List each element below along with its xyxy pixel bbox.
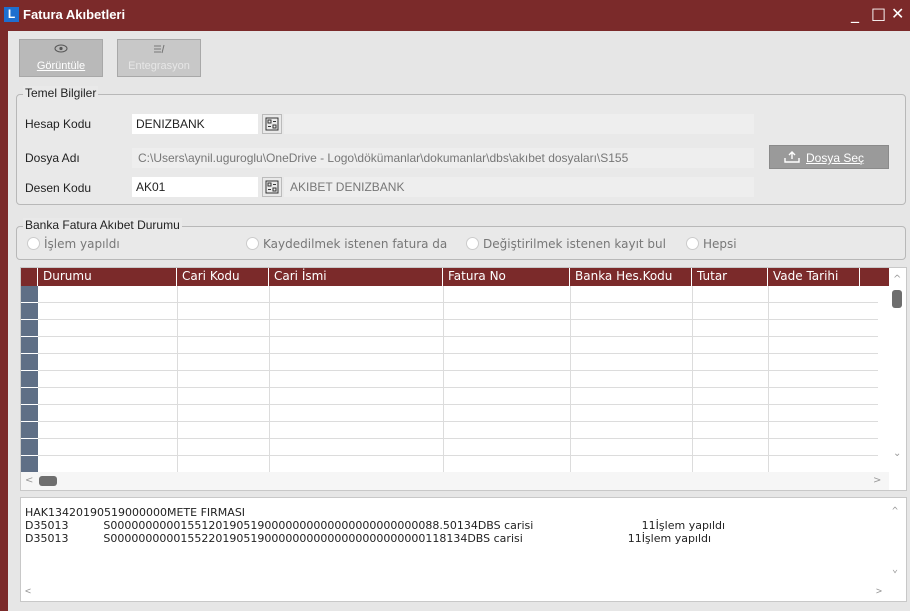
scroll-right-icon[interactable]: > <box>873 475 881 486</box>
col-cari-ismi[interactable]: Cari İsmi <box>269 268 443 286</box>
toolbar: Görüntüle Entegrasyon <box>8 39 910 79</box>
col-vade-tarihi[interactable]: Vade Tarihi <box>768 268 860 286</box>
file-name-label: Dosya Adı <box>25 151 80 165</box>
fatura-akibetleri-window: L Fatura Akıbetleri _ □ ✕ Görüntüle Ente… <box>0 0 910 611</box>
row-indicator[interactable] <box>21 405 38 421</box>
table-row[interactable] <box>38 303 878 320</box>
col-tutar[interactable]: Tutar <box>692 268 768 286</box>
radio-label: İşlem yapıldı <box>44 237 120 251</box>
scroll-down-icon[interactable]: ⌄ <box>893 448 901 459</box>
scroll-up-icon[interactable]: ^ <box>893 274 901 285</box>
radio-dot <box>686 237 699 250</box>
grid-vertical-scrollbar[interactable]: ^ ⌄ <box>888 268 906 473</box>
column-divider <box>177 286 178 474</box>
row-indicator[interactable] <box>21 439 38 455</box>
radio-label: Kaydedilmek istenen fatura da <box>263 237 448 251</box>
table-row[interactable] <box>38 286 878 303</box>
account-description <box>284 114 754 134</box>
column-divider <box>570 286 571 474</box>
table-row[interactable] <box>38 337 878 354</box>
log-panel[interactable]: HAK13420190519000000METE FIRMASI D35013 … <box>20 497 907 602</box>
radio-islem-yapildi[interactable]: İşlem yapıldı <box>27 237 120 251</box>
status-group-title: Banka Fatura Akıbet Durumu <box>23 218 182 232</box>
pattern-code-label: Desen Kodu <box>25 181 92 195</box>
log-scroll-down-icon[interactable]: ⌄ <box>892 564 898 575</box>
col-cari-kodu[interactable]: Cari Kodu <box>177 268 269 286</box>
log-scroll-up-icon[interactable]: ^ <box>892 506 898 517</box>
scroll-left-icon[interactable]: < <box>25 475 33 486</box>
results-grid[interactable]: Durumu Cari Kodu Cari İsmi Fatura No Ban… <box>20 267 907 491</box>
log-line: HAK13420190519000000METE FIRMASI <box>25 506 246 519</box>
account-code-input[interactable] <box>132 114 258 134</box>
maximize-button[interactable]: □ <box>871 4 886 24</box>
select-file-button[interactable]: Dosya Seç <box>769 145 889 169</box>
pattern-lookup-button[interactable] <box>262 177 282 197</box>
row-indicator[interactable] <box>21 422 38 438</box>
integration-label: Entegrasyon <box>128 60 190 72</box>
column-divider <box>443 286 444 474</box>
log-line: D35013 S00000000001552201905190000000000… <box>25 532 712 545</box>
radio-kaydedilmek[interactable]: Kaydedilmek istenen fatura da <box>246 237 468 251</box>
column-divider <box>692 286 693 474</box>
basic-info-title: Temel Bilgiler <box>23 86 99 100</box>
row-indicator[interactable] <box>21 320 38 336</box>
table-row[interactable] <box>38 422 878 439</box>
view-button[interactable]: Görüntüle <box>19 39 103 77</box>
row-indicator[interactable] <box>21 388 38 404</box>
integration-button[interactable]: Entegrasyon <box>117 39 201 77</box>
grid-horizontal-scrollbar[interactable]: < > <box>21 472 889 490</box>
radio-dot <box>27 237 40 250</box>
radio-dot <box>466 237 479 250</box>
radio-hepsi[interactable]: Hepsi <box>686 237 737 251</box>
window-title: Fatura Akıbetleri <box>23 7 126 22</box>
log-line: D35013 S00000000001551201905190000000000… <box>25 519 726 532</box>
col-durumu[interactable]: Durumu <box>38 268 177 286</box>
list-icon <box>118 44 200 60</box>
row-indicator[interactable] <box>21 337 38 353</box>
table-row[interactable] <box>38 439 878 456</box>
row-indicator[interactable] <box>21 303 38 319</box>
minimize-button[interactable]: _ <box>851 4 859 24</box>
account-code-label: Hesap Kodu <box>25 117 92 131</box>
pattern-description: AKIBET DENIZBANK <box>284 177 754 197</box>
row-indicator[interactable] <box>21 354 38 370</box>
log-scroll-left-icon[interactable]: < <box>25 586 31 597</box>
row-indicator[interactable] <box>21 286 38 302</box>
grid-header: Durumu Cari Kodu Cari İsmi Fatura No Ban… <box>21 268 889 286</box>
log-scroll-right-icon[interactable]: > <box>876 586 882 597</box>
col-banka-hes-kodu[interactable]: Banka Hes.Kodu <box>570 268 692 286</box>
radio-dot <box>246 237 259 250</box>
col-fatura-no[interactable]: Fatura No <box>443 268 570 286</box>
radio-degistirilmek[interactable]: Değiştirilmek istenen kayıt bul <box>466 237 686 251</box>
account-lookup-button[interactable] <box>262 114 282 134</box>
row-indicator[interactable] <box>21 456 38 472</box>
title-bar: L Fatura Akıbetleri _ □ ✕ <box>0 0 910 30</box>
view-label: Görüntüle <box>36 60 86 72</box>
horizontal-scroll-thumb[interactable] <box>39 476 57 486</box>
upload-icon <box>784 151 800 163</box>
row-indicator[interactable] <box>21 371 38 387</box>
table-row[interactable] <box>38 320 878 337</box>
lookup-icon <box>265 117 279 131</box>
header-indicator <box>21 268 38 286</box>
app-logo-icon: L <box>4 7 19 22</box>
eye-icon <box>20 44 102 60</box>
column-divider <box>269 286 270 474</box>
vertical-scroll-thumb[interactable] <box>892 290 902 308</box>
column-divider <box>768 286 769 474</box>
select-file-label: Dosya Seç <box>806 151 865 165</box>
file-name-field[interactable]: C:\Users\aynil.uguroglu\OneDrive - Logo\… <box>132 148 754 168</box>
close-button[interactable]: ✕ <box>891 4 904 24</box>
radio-label: Hepsi <box>703 237 737 251</box>
lookup-icon <box>265 180 279 194</box>
table-row[interactable] <box>38 354 878 371</box>
table-row[interactable] <box>38 456 878 473</box>
pattern-code-input[interactable] <box>132 177 258 197</box>
table-row[interactable] <box>38 371 878 388</box>
radio-label: Değiştirilmek istenen kayıt bul <box>483 237 666 251</box>
table-row[interactable] <box>38 388 878 405</box>
table-row[interactable] <box>38 405 878 422</box>
